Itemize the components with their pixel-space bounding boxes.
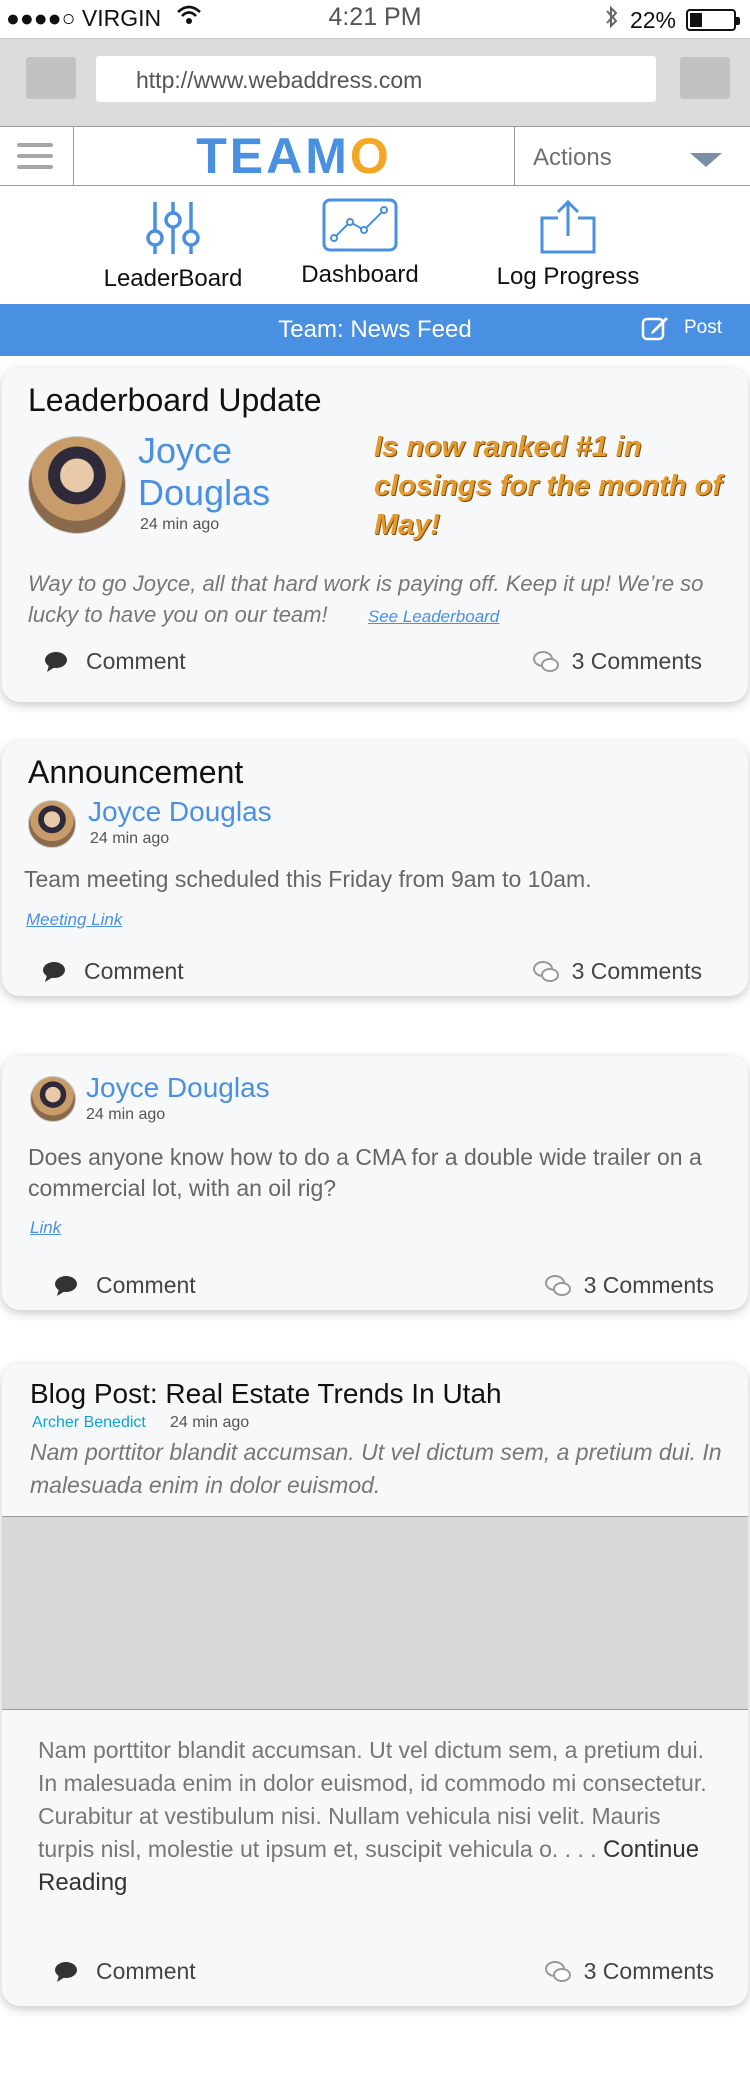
post-time: 24 min ago	[140, 516, 220, 533]
speech-bubble-icon	[55, 1275, 77, 1296]
actions-dropdown[interactable]: Actions	[514, 127, 750, 185]
card-title: Leaderboard Update	[28, 382, 322, 418]
post-excerpt: Nam porttitor blandit accumsan. Ut vel d…	[38, 1737, 707, 1896]
speech-bubble-icon	[43, 961, 65, 982]
nav-dashboard[interactable]: Dashboard	[285, 198, 435, 289]
browser-bar: http://www.webaddress.com	[0, 38, 750, 126]
url-field[interactable]: http://www.webaddress.com	[96, 56, 656, 102]
announcement-card: Announcement Joyce Douglas 24 min ago Te…	[2, 742, 748, 996]
ranking-headline: Is now ranked #1 in closings for the mon…	[374, 431, 722, 541]
post-button[interactable]: Post	[640, 313, 722, 343]
hamburger-menu-icon[interactable]	[0, 127, 74, 185]
user-name[interactable]: Joyce Douglas	[88, 796, 272, 828]
post-link[interactable]: Link	[30, 1218, 61, 1238]
comments-icon	[532, 960, 559, 982]
edit-icon	[641, 317, 668, 341]
card-footer: Comment 3 Comments	[2, 1272, 748, 1310]
nav-log-progress-label: Log Progress	[496, 263, 640, 290]
author-name[interactable]: Archer Benedict	[32, 1414, 146, 1432]
comments-icon	[544, 1274, 571, 1296]
sliders-icon	[146, 202, 200, 254]
speech-bubble-icon	[55, 1961, 77, 1982]
post-body: Way to go Joyce, all that hard work is p…	[28, 571, 704, 627]
blog-post-card: Blog Post: Real Estate Trends In Utah Ar…	[2, 1364, 748, 2006]
nav-leaderboard-label: LeaderBoard	[103, 265, 243, 292]
comments-count[interactable]: 3 Comments	[532, 648, 702, 675]
post-time: 24 min ago	[170, 1414, 250, 1431]
question-card: Joyce Douglas 24 min ago Does anyone kno…	[2, 1056, 748, 1310]
comments-count[interactable]: 3 Comments	[532, 958, 702, 985]
post-time: 24 min ago	[86, 1106, 166, 1123]
bluetooth-icon	[604, 4, 620, 36]
status-bar: ●●●●○ VIRGIN 4:21 PM 22%	[0, 0, 750, 36]
see-leaderboard-link[interactable]: See Leaderboard	[368, 607, 499, 626]
card-title: Blog Post: Real Estate Trends In Utah	[30, 1378, 502, 1409]
meeting-link[interactable]: Meeting Link	[26, 910, 122, 930]
nav-log-progress[interactable]: Log Progress	[488, 198, 648, 291]
comment-button[interactable]: Comment	[42, 958, 184, 985]
post-label: Post	[683, 317, 722, 338]
feed-title: Team: News Feed	[278, 316, 472, 343]
comments-count[interactable]: 3 Comments	[544, 1272, 714, 1299]
blog-image-placeholder[interactable]	[2, 1516, 748, 1710]
post-summary: Nam porttitor blandit accumsan. Ut vel d…	[30, 1439, 722, 1498]
share-upload-icon	[540, 199, 596, 254]
card-footer: Comment 3 Comments	[2, 958, 748, 996]
post-time: 24 min ago	[90, 830, 170, 847]
news-feed-bar: Team: News Feed Post	[0, 304, 750, 356]
avatar[interactable]	[28, 436, 126, 534]
actions-label: Actions	[533, 144, 612, 171]
post-body: Does anyone know how to do a CMA for a d…	[28, 1144, 702, 1201]
avatar[interactable]	[28, 800, 76, 848]
comments-icon	[544, 1960, 571, 1982]
avatar[interactable]	[30, 1076, 76, 1122]
card-footer: Comment 3 Comments	[2, 1958, 748, 1998]
card-footer: Comment 3 Comments	[2, 648, 748, 688]
battery-icon	[686, 9, 740, 31]
comment-button[interactable]: Comment	[44, 648, 186, 675]
user-name[interactable]: Joyce Douglas	[86, 1072, 270, 1104]
battery-percent: 22%	[629, 6, 676, 33]
comments-count[interactable]: 3 Comments	[544, 1958, 714, 1985]
chevron-down-icon	[690, 153, 722, 167]
nav-leaderboard[interactable]: LeaderBoard	[98, 198, 248, 293]
speech-bubble-icon	[45, 651, 67, 672]
menu-button[interactable]	[680, 57, 730, 99]
teamo-logo: TEAMO	[196, 128, 392, 184]
leaderboard-card: Leaderboard Update Joyce Douglas 24 min …	[2, 368, 748, 702]
app-header: TEAMO Actions	[0, 126, 750, 186]
comments-icon	[532, 650, 559, 672]
nav-dashboard-label: Dashboard	[301, 261, 419, 288]
user-name[interactable]: Joyce Douglas	[138, 430, 270, 514]
comment-button[interactable]: Comment	[54, 1958, 196, 1985]
card-title: Announcement	[28, 754, 244, 790]
line-chart-icon	[322, 198, 398, 252]
quick-nav: LeaderBoard Dashboard Log Progress	[0, 186, 750, 304]
back-button[interactable]	[26, 57, 76, 99]
comment-button[interactable]: Comment	[54, 1272, 196, 1299]
post-body: Team meeting scheduled this Friday from …	[24, 866, 592, 892]
